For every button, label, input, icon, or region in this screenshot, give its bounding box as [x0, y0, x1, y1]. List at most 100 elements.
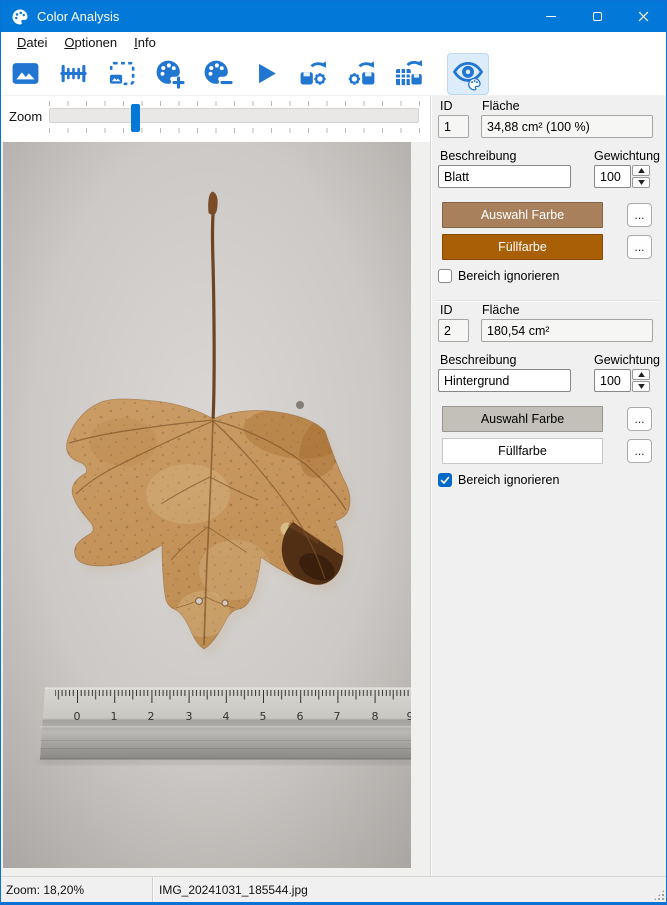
- leaf-photo[interactable]: 0 1 2 3 4 5 6 7 8 9: [3, 142, 411, 868]
- id-field[interactable]: [438, 319, 469, 342]
- check-icon: [440, 475, 450, 485]
- toolbar: [1, 52, 666, 96]
- palette-minus-icon: [202, 58, 233, 89]
- ignore-region-checkbox[interactable]: [438, 269, 452, 283]
- menu-info[interactable]: Info: [126, 34, 164, 51]
- leaf-hole: [196, 598, 203, 605]
- zoom-label: Zoom: [9, 109, 42, 124]
- fill-color-button[interactable]: Füllfarbe: [442, 234, 603, 260]
- spin-up-button[interactable]: [632, 369, 650, 380]
- svg-text:2: 2: [148, 710, 155, 723]
- window-title: Color Analysis: [37, 9, 119, 24]
- add-palette-button[interactable]: [151, 56, 187, 92]
- minimize-button[interactable]: [528, 1, 574, 32]
- region-group-2: ID Fläche Beschreibung Gewichtung Auswah…: [432, 303, 666, 505]
- spin-down-button[interactable]: [632, 177, 650, 188]
- slider-ticks-bottom: [49, 128, 420, 133]
- maximize-button[interactable]: [574, 1, 620, 32]
- svg-text:7: 7: [334, 710, 341, 723]
- id-field[interactable]: [438, 115, 469, 138]
- status-filename: IMG_20241031_185544.jpg: [154, 883, 666, 897]
- save-settings-button[interactable]: [343, 56, 379, 92]
- id-label: ID: [440, 99, 453, 113]
- area-label: Fläche: [482, 99, 520, 113]
- select-color-button[interactable]: Auswahl Farbe: [442, 202, 603, 228]
- weight-spinner: [632, 369, 650, 392]
- svg-text:5: 5: [260, 710, 267, 723]
- arrow-down-icon: [638, 180, 645, 185]
- ignore-region-row: Bereich ignorieren: [438, 473, 559, 487]
- open-image-button[interactable]: [7, 56, 43, 92]
- leaf-hole: [222, 600, 228, 606]
- arrow-up-icon: [638, 168, 645, 173]
- description-label: Beschreibung: [440, 149, 516, 163]
- ruler-image: 0 1 2 3 4 5 6 7 8 9: [40, 688, 411, 764]
- description-field[interactable]: [438, 369, 571, 392]
- run-analysis-button[interactable]: [247, 56, 283, 92]
- select-color-more-button[interactable]: ...: [627, 407, 652, 431]
- menubar: Datei Optionen Info: [1, 32, 666, 52]
- play-icon: [250, 58, 281, 89]
- close-button[interactable]: [620, 1, 666, 32]
- area-field[interactable]: [481, 319, 653, 342]
- slider-ticks-top: [49, 101, 420, 106]
- region-group-1: ID Fläche Beschreibung Gewichtung Auswah…: [432, 99, 666, 301]
- content-area: Zoom: [1, 96, 666, 876]
- menu-optionen[interactable]: Optionen: [56, 34, 125, 51]
- weight-field[interactable]: [594, 369, 631, 392]
- area-label: Fläche: [482, 303, 520, 317]
- left-column: Zoom: [1, 96, 430, 876]
- svg-text:3: 3: [186, 710, 193, 723]
- measure-scale-button[interactable]: [55, 56, 91, 92]
- svg-text:4: 4: [223, 710, 230, 723]
- svg-text:9: 9: [407, 710, 412, 723]
- image-viewport[interactable]: 0 1 2 3 4 5 6 7 8 9: [1, 142, 430, 876]
- fill-color-button[interactable]: Füllfarbe: [442, 438, 603, 464]
- zoom-slider-row: Zoom: [1, 96, 430, 142]
- fill-color-more-button[interactable]: ...: [627, 439, 652, 463]
- select-color-button[interactable]: Auswahl Farbe: [442, 406, 603, 432]
- eye-palette-icon: [451, 57, 485, 91]
- svg-text:6: 6: [297, 710, 304, 723]
- status-zoom: Zoom: 18,20%: [1, 883, 152, 897]
- app-window: Color Analysis Datei Optionen Info: [0, 0, 667, 905]
- selection-image-icon: [106, 58, 137, 89]
- statusbar: Zoom: 18,20% IMG_20241031_185544.jpg: [1, 876, 666, 902]
- disk-gear-arrow-icon: [298, 58, 329, 89]
- weight-label: Gewichtung: [594, 149, 660, 163]
- group-separator: [435, 300, 660, 302]
- fill-color-more-button[interactable]: ...: [627, 235, 652, 259]
- maximize-icon: [593, 12, 602, 21]
- load-settings-button[interactable]: [295, 56, 331, 92]
- palette-plus-icon: [154, 58, 185, 89]
- id-label: ID: [440, 303, 453, 317]
- zoom-slider[interactable]: [49, 96, 420, 142]
- gear-disk-arrow-icon: [346, 58, 377, 89]
- weight-field[interactable]: [594, 165, 631, 188]
- slider-track[interactable]: [49, 108, 419, 123]
- spin-down-button[interactable]: [632, 381, 650, 392]
- arrow-up-icon: [638, 372, 645, 377]
- close-icon: [638, 11, 649, 22]
- color-overlay-toggle-button[interactable]: [447, 53, 489, 95]
- area-field[interactable]: [481, 115, 653, 138]
- menu-datei[interactable]: Datei: [9, 34, 55, 51]
- caption-buttons: [528, 1, 666, 32]
- spin-up-button[interactable]: [632, 165, 650, 176]
- remove-palette-button[interactable]: [199, 56, 235, 92]
- app-palette-icon: [11, 8, 29, 26]
- weight-spinner: [632, 165, 650, 188]
- arrow-down-icon: [638, 384, 645, 389]
- weight-label: Gewichtung: [594, 353, 660, 367]
- ignore-region-label: Bereich ignorieren: [458, 473, 559, 487]
- description-field[interactable]: [438, 165, 571, 188]
- table-disk-arrow-icon: [394, 58, 425, 89]
- ignore-region-checkbox[interactable]: [438, 473, 452, 487]
- minimize-icon: [546, 16, 556, 17]
- select-color-more-button[interactable]: ...: [627, 203, 652, 227]
- svg-text:1: 1: [111, 710, 118, 723]
- image-icon: [10, 58, 41, 89]
- select-region-button[interactable]: [103, 56, 139, 92]
- ignore-region-label: Bereich ignorieren: [458, 269, 559, 283]
- export-table-button[interactable]: [391, 56, 427, 92]
